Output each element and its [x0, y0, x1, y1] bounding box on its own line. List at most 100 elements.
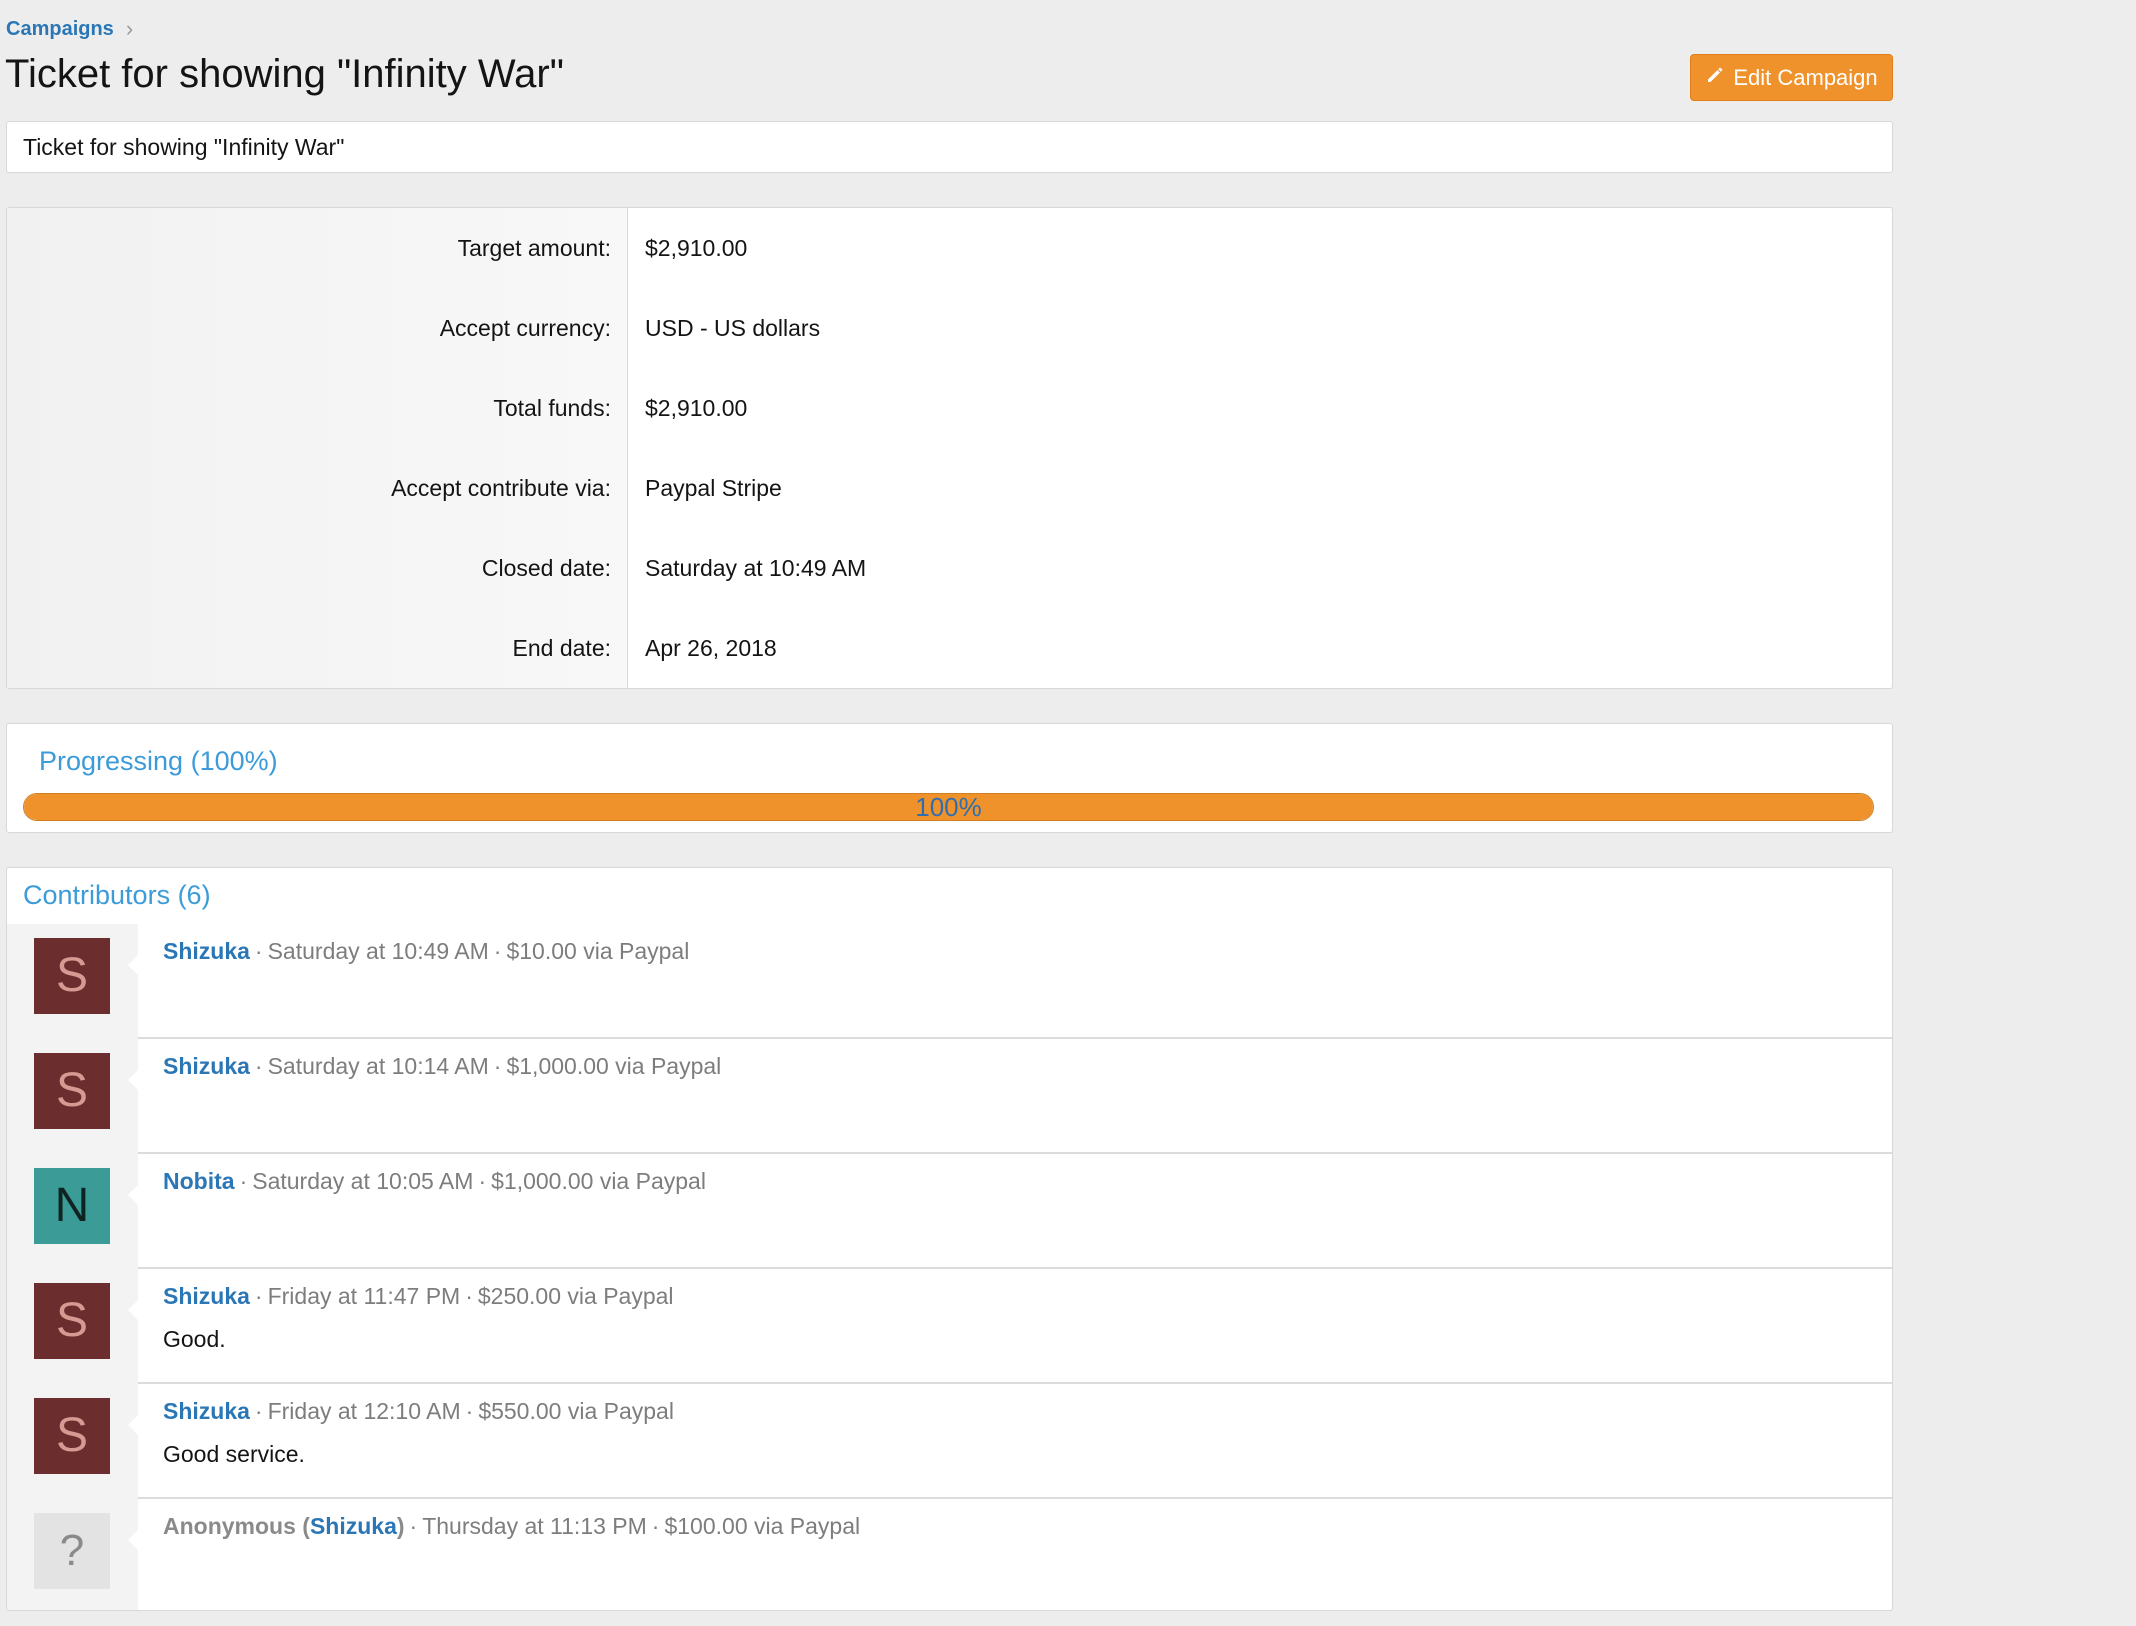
info-labels-column: Target amount: Accept currency: Total fund… — [7, 208, 628, 688]
progress-bar: 100% — [23, 793, 1874, 821]
progress-panel: Progressing (100%) 100% — [6, 723, 1893, 833]
avatar[interactable]: N — [34, 1168, 110, 1244]
list-item: S Shizuka · Saturday at 10:14 AM · $1,000.00 … — [7, 1039, 1892, 1154]
contributors-panel: Contributors (6) S Shizuka · Saturday at 10… — [6, 867, 1893, 1611]
contribution-message: Good service. — [163, 1441, 305, 1467]
contribution-amount: $1,000.00 via Paypal — [491, 1168, 706, 1194]
contribution-body: Shizuka · Saturday at 10:14 AM · $1,000.00 v… — [128, 1039, 1892, 1154]
avatar-column: S — [7, 924, 138, 1039]
list-item: S Shizuka · Friday at 12:10 AM · $550.00 via … — [7, 1384, 1892, 1499]
edit-campaign-button[interactable]: Edit Campaign — [1690, 54, 1893, 101]
info-value: $2,910.00 — [645, 394, 748, 421]
info-value: Apr 26, 2018 — [645, 634, 777, 661]
info-label: Target amount: — [457, 234, 611, 261]
contribution-meta: Shizuka · Friday at 12:10 AM · $550.00 via P… — [163, 1398, 1892, 1425]
anonymous-label: Anonymous — [163, 1513, 296, 1539]
contributor-name-link[interactable]: Shizuka — [163, 938, 250, 964]
contribution-time: Thursday at 11:13 PM — [422, 1513, 647, 1539]
contribution-body: Anonymous (Shizuka) · Thursday at 11:13 PM… — [128, 1499, 1892, 1610]
contribution-body: Shizuka · Friday at 11:47 PM · $250.00 via P… — [128, 1269, 1892, 1384]
contribution-body: Shizuka · Saturday at 10:49 AM · $10.00 via … — [128, 924, 1892, 1039]
contributors-list: S Shizuka · Saturday at 10:49 AM · $10.00 via… — [7, 924, 1892, 1610]
breadcrumb-campaigns-link[interactable]: Campaigns — [6, 18, 114, 41]
separator-dot: · — [254, 1398, 263, 1424]
contributor-name-link[interactable]: Shizuka — [163, 1053, 250, 1079]
campaign-page: Campaigns › Ticket for showing "Infinity… — [0, 0, 2136, 1626]
info-value: USD - US dollars — [645, 314, 821, 341]
contribution-amount: $550.00 via Paypal — [478, 1398, 674, 1424]
edit-campaign-label: Edit Campaign — [1733, 64, 1878, 90]
contributor-name-link[interactable]: Shizuka — [310, 1513, 397, 1539]
contribution-body: Nobita · Saturday at 10:05 AM · $1,000.00 vi… — [128, 1154, 1892, 1269]
pencil-icon — [1705, 65, 1725, 91]
list-item: S Shizuka · Friday at 11:47 PM · $250.00 via … — [7, 1269, 1892, 1384]
list-item: ? Anonymous (Shizuka) · Thursday at 11:13 P… — [7, 1499, 1892, 1610]
separator-dot: · — [239, 1168, 248, 1194]
info-label: Total funds: — [493, 394, 611, 421]
info-values-column: $2,910.00 USD - US dollars $2,910.00 Paypal… — [628, 208, 1892, 688]
progress-label: 100% — [915, 793, 982, 821]
chevron-right-icon: › — [125, 16, 134, 41]
contribution-amount: $250.00 via Paypal — [477, 1283, 674, 1309]
avatar[interactable]: S — [34, 1283, 110, 1359]
paren-close: ) — [396, 1513, 405, 1539]
speech-arrow-icon — [128, 1530, 138, 1550]
speech-arrow-icon — [128, 1300, 138, 1320]
info-value: $2,910.00 — [645, 234, 748, 261]
separator-dot: · — [493, 1053, 502, 1079]
separator-dot: · — [254, 1053, 263, 1079]
contribution-amount: $1,000.00 via Paypal — [506, 1053, 722, 1079]
info-label: Closed date: — [481, 554, 611, 581]
paren-open: ( — [295, 1513, 310, 1539]
contribution-time: Saturday at 10:14 AM — [267, 1053, 489, 1079]
contribution-meta: Nobita · Saturday at 10:05 AM · $1,000.00 vi… — [163, 1168, 1892, 1195]
avatar-column: N — [7, 1154, 138, 1269]
contributors-title: Contributors (6) — [23, 880, 211, 910]
contribution-meta: Shizuka · Friday at 11:47 PM · $250.00 via P… — [163, 1283, 1892, 1310]
contribution-message: Good. — [163, 1326, 226, 1352]
contributor-name-link[interactable]: Shizuka — [163, 1283, 250, 1309]
contribution-time: Friday at 12:10 AM — [267, 1398, 461, 1424]
campaign-info-table: Target amount: Accept currency: Total fund… — [6, 207, 1893, 689]
separator-dot: · — [465, 1283, 473, 1309]
separator-dot: · — [254, 1283, 263, 1309]
progress-title: Progressing (100%) — [39, 746, 278, 776]
separator-dot: · — [465, 1398, 474, 1424]
avatar-column: S — [7, 1039, 138, 1154]
contribution-amount: $100.00 via Paypal — [664, 1513, 861, 1539]
speech-arrow-icon — [128, 1070, 138, 1090]
contributor-name-link[interactable]: Shizuka — [163, 1398, 250, 1424]
avatar[interactable]: S — [34, 938, 110, 1014]
contribution-amount: $10.00 via Paypal — [506, 938, 690, 964]
separator-dot: · — [493, 938, 502, 964]
avatar[interactable]: S — [34, 1398, 110, 1474]
avatar[interactable]: S — [34, 1053, 110, 1129]
list-item: N Nobita · Saturday at 10:05 AM · $1,000.00 v… — [7, 1154, 1892, 1269]
contribution-meta: Shizuka · Saturday at 10:14 AM · $1,000.00 v… — [163, 1053, 1892, 1080]
separator-dot: · — [651, 1513, 660, 1539]
info-label: Accept currency: — [439, 314, 611, 341]
avatar-column: S — [7, 1269, 138, 1384]
avatar-column: ? — [7, 1499, 138, 1610]
contributor-name-link[interactable]: Nobita — [163, 1168, 235, 1194]
separator-dot: · — [254, 938, 263, 964]
info-value: Saturday at 10:49 AM — [645, 554, 867, 581]
separator-dot: · — [478, 1168, 487, 1194]
info-label: Accept contribute via: — [391, 474, 611, 501]
info-value: Paypal Stripe — [645, 474, 782, 501]
avatar[interactable]: ? — [34, 1513, 110, 1589]
breadcrumb: Campaigns › — [6, 16, 133, 42]
avatar-column: S — [7, 1384, 138, 1499]
contribution-meta: Shizuka · Saturday at 10:49 AM · $10.00 via … — [163, 938, 1892, 965]
speech-arrow-icon — [128, 1415, 138, 1435]
contribution-meta: Anonymous (Shizuka) · Thursday at 11:13 PM… — [163, 1513, 1892, 1540]
contribution-body: Shizuka · Friday at 12:10 AM · $550.00 via P… — [128, 1384, 1892, 1499]
campaign-description-text: Ticket for showing "Infinity War" — [23, 133, 345, 160]
contribution-time: Friday at 11:47 PM — [267, 1283, 461, 1309]
list-item: S Shizuka · Saturday at 10:49 AM · $10.00 via… — [7, 924, 1892, 1039]
page-title: Ticket for showing "Infinity War" — [5, 52, 564, 96]
speech-arrow-icon — [128, 955, 138, 975]
info-label: End date: — [512, 634, 611, 661]
campaign-description: Ticket for showing "Infinity War" — [6, 121, 1893, 173]
separator-dot: · — [409, 1513, 418, 1539]
